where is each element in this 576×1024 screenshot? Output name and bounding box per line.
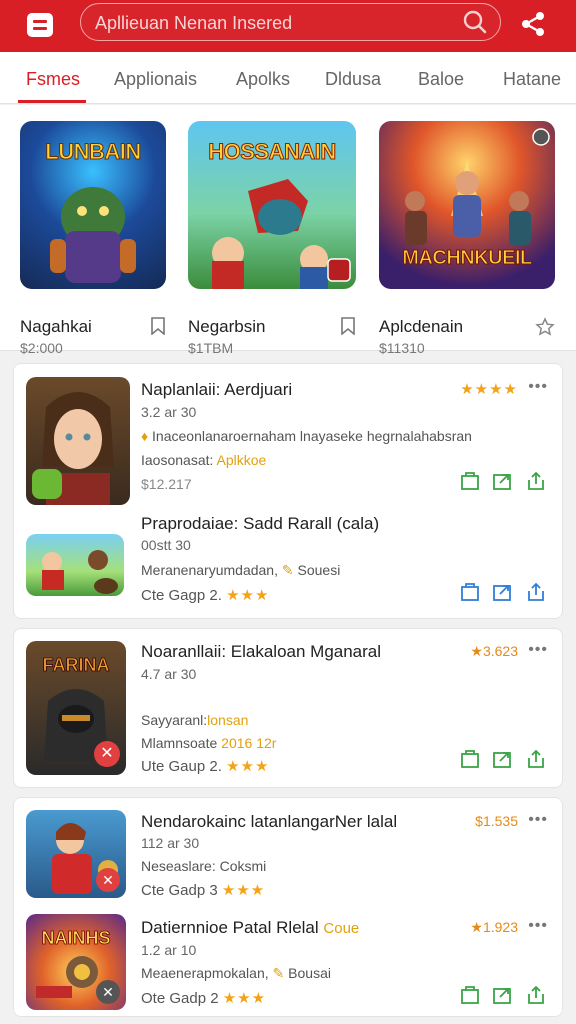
- share-app-icon[interactable]: [492, 985, 512, 1005]
- app-rating: ★★★★: [460, 381, 518, 398]
- more-options-icon[interactable]: •••: [528, 378, 548, 396]
- app-title: Datiernnioe Patal Rlelal Coue: [141, 918, 360, 937]
- app-thumbnail: NAINHS ✕: [26, 914, 126, 1010]
- app-actions: [460, 471, 548, 493]
- app-thumbnail: [26, 377, 130, 505]
- list-item[interactable]: ✕ Nendarokainc latanlangarNer lalal $1.5…: [14, 798, 564, 906]
- app-thumbnail: FARINA ✕: [26, 641, 126, 775]
- featured-app-title: Nagahkai: [20, 317, 92, 336]
- tab-games[interactable]: Fsmes: [26, 69, 80, 90]
- app-meta: 112 ar 30: [141, 835, 200, 851]
- app-tag: Sayyaranl:lonsan: [141, 712, 249, 728]
- app-meta: 1.2 ar 10: [141, 942, 197, 958]
- close-icon[interactable]: ✕: [96, 980, 120, 1004]
- art-title: MACHNKUEIL: [402, 247, 533, 270]
- app-description: ♦ Inaceonlanaroernaham lnayaseke hegrnal…: [141, 428, 472, 444]
- app-price: Cte Gagp 2. ★★★: [141, 587, 270, 604]
- app-rating: $1.535: [475, 813, 518, 829]
- close-icon[interactable]: ✕: [94, 741, 120, 767]
- app-actions: [460, 582, 548, 604]
- featured-app-title: Aplcdenain: [379, 317, 464, 336]
- app-title: Praprodaiae: Sadd Rarall (cala): [141, 514, 380, 533]
- more-options-icon[interactable]: •••: [528, 641, 548, 659]
- tab-applications[interactable]: Applionais: [114, 69, 197, 90]
- active-tab-indicator: [18, 100, 86, 103]
- upload-icon[interactable]: [526, 985, 546, 1005]
- more-options-icon[interactable]: •••: [528, 917, 548, 935]
- app-thumbnail: [26, 534, 124, 596]
- app-actions: [460, 749, 548, 771]
- app-list-card: Naplanlaii: Aerdjuari ★★★★ ••• 3.2 ar 30…: [13, 363, 563, 619]
- app-meta: 4.7 ar 30: [141, 666, 197, 682]
- featured-app-price: $11310: [379, 340, 425, 356]
- tab-baloe[interactable]: Baloe: [418, 69, 464, 90]
- app-title: Naplanlaii: Aerdjuari: [141, 380, 293, 399]
- upload-icon[interactable]: [526, 471, 546, 491]
- app-thumbnail: ✕: [26, 810, 126, 898]
- install-icon[interactable]: [460, 582, 480, 602]
- app-price: Ote Gadp 2 ★★★: [141, 990, 267, 1007]
- app-description: Meranenaryumdadan, ✎ Souesi: [141, 562, 341, 578]
- tab-apps[interactable]: Apolks: [236, 69, 290, 90]
- featured-app-art: MACHNKUEIL: [379, 121, 555, 289]
- upload-icon[interactable]: [526, 582, 546, 602]
- share-app-icon[interactable]: [492, 582, 512, 602]
- app-list-card: ✕ Nendarokainc latanlangarNer lalal $1.5…: [13, 797, 563, 1017]
- list-item[interactable]: NAINHS ✕ Datiernnioe Patal Rlelal Coue ★…: [14, 906, 564, 1018]
- install-icon[interactable]: [460, 471, 480, 491]
- app-tag: Iaosonasat: Aplkkoe: [141, 452, 267, 468]
- more-options-icon[interactable]: •••: [528, 811, 548, 829]
- app-description: Neseaslare: Coksmi: [141, 858, 267, 874]
- app-description: Meaenerapmokalan, ✎ Bousai: [141, 965, 331, 981]
- search-input[interactable]: Apllieuan Nenan Insered: [80, 3, 501, 41]
- app-description: Mlamnsoate 2016 12r: [141, 735, 277, 751]
- bookmark-icon[interactable]: [340, 317, 356, 335]
- close-icon[interactable]: ✕: [96, 868, 120, 892]
- install-icon[interactable]: [460, 749, 480, 769]
- bookmark-icon[interactable]: [150, 317, 166, 335]
- category-tabs: Fsmes Applionais Apolks Dldusa Baloe Hat…: [0, 52, 576, 104]
- featured-app-title: Negarbsin: [188, 317, 266, 336]
- list-item[interactable]: Praprodaiae: Sadd Rarall (cala) 00stt 30…: [14, 504, 564, 620]
- app-rating: ★1.923: [470, 919, 518, 935]
- list-item[interactable]: Naplanlaii: Aerdjuari ★★★★ ••• 3.2 ar 30…: [14, 364, 564, 505]
- app-price: $12.217: [141, 476, 192, 492]
- menu-icon[interactable]: [27, 13, 53, 37]
- app-list-card: FARINA ✕ Noaranllaii: Elakaloan Mganaral…: [13, 628, 563, 788]
- share-app-icon[interactable]: [492, 471, 512, 491]
- featured-app[interactable]: MACHNKUEIL Aplcdenain $11310: [379, 121, 555, 356]
- upload-icon[interactable]: [526, 749, 546, 769]
- featured-app-art: HOSSANAIN: [188, 121, 356, 289]
- app-title: Noaranllaii: Elakaloan Mganaral: [141, 642, 382, 661]
- app-actions: [460, 985, 548, 1007]
- featured-app[interactable]: LUNBAIN Nagahkai $2:000: [20, 121, 166, 356]
- featured-app[interactable]: HOSSANAIN Negarbsin $1TBM: [188, 121, 356, 356]
- featured-app-price: $1TBM: [188, 340, 234, 356]
- featured-app-price: $2:000: [20, 340, 63, 356]
- app-price: Cte Gadp 3 ★★★: [141, 882, 266, 899]
- top-app-bar: Apllieuan Nenan Insered: [0, 0, 576, 52]
- app-meta: 3.2 ar 30: [141, 404, 197, 420]
- featured-app-art: LUNBAIN: [20, 121, 166, 289]
- list-item[interactable]: FARINA ✕ Noaranllaii: Elakaloan Mganaral…: [14, 629, 564, 789]
- app-badge-icon: [32, 469, 62, 499]
- app-price: Ute Gaup 2. ★★★: [141, 758, 270, 775]
- featured-carousel: LUNBAIN Nagahkai $2:000 HOSSANAIN Negarb…: [0, 105, 576, 356]
- star-icon[interactable]: [535, 317, 555, 337]
- app-meta: 00stt 30: [141, 537, 191, 553]
- search-query-text: Apllieuan Nenan Insered: [95, 13, 293, 33]
- app-title: Nendarokainc latanlangarNer lalal: [141, 812, 398, 831]
- share-app-icon[interactable]: [492, 749, 512, 769]
- share-icon[interactable]: [518, 9, 548, 39]
- app-rating: ★3.623: [470, 643, 518, 659]
- search-icon[interactable]: [462, 9, 488, 35]
- tab-hatane[interactable]: Hatane: [503, 69, 561, 90]
- install-icon[interactable]: [460, 985, 480, 1005]
- tab-dldusa[interactable]: Dldusa: [325, 69, 381, 90]
